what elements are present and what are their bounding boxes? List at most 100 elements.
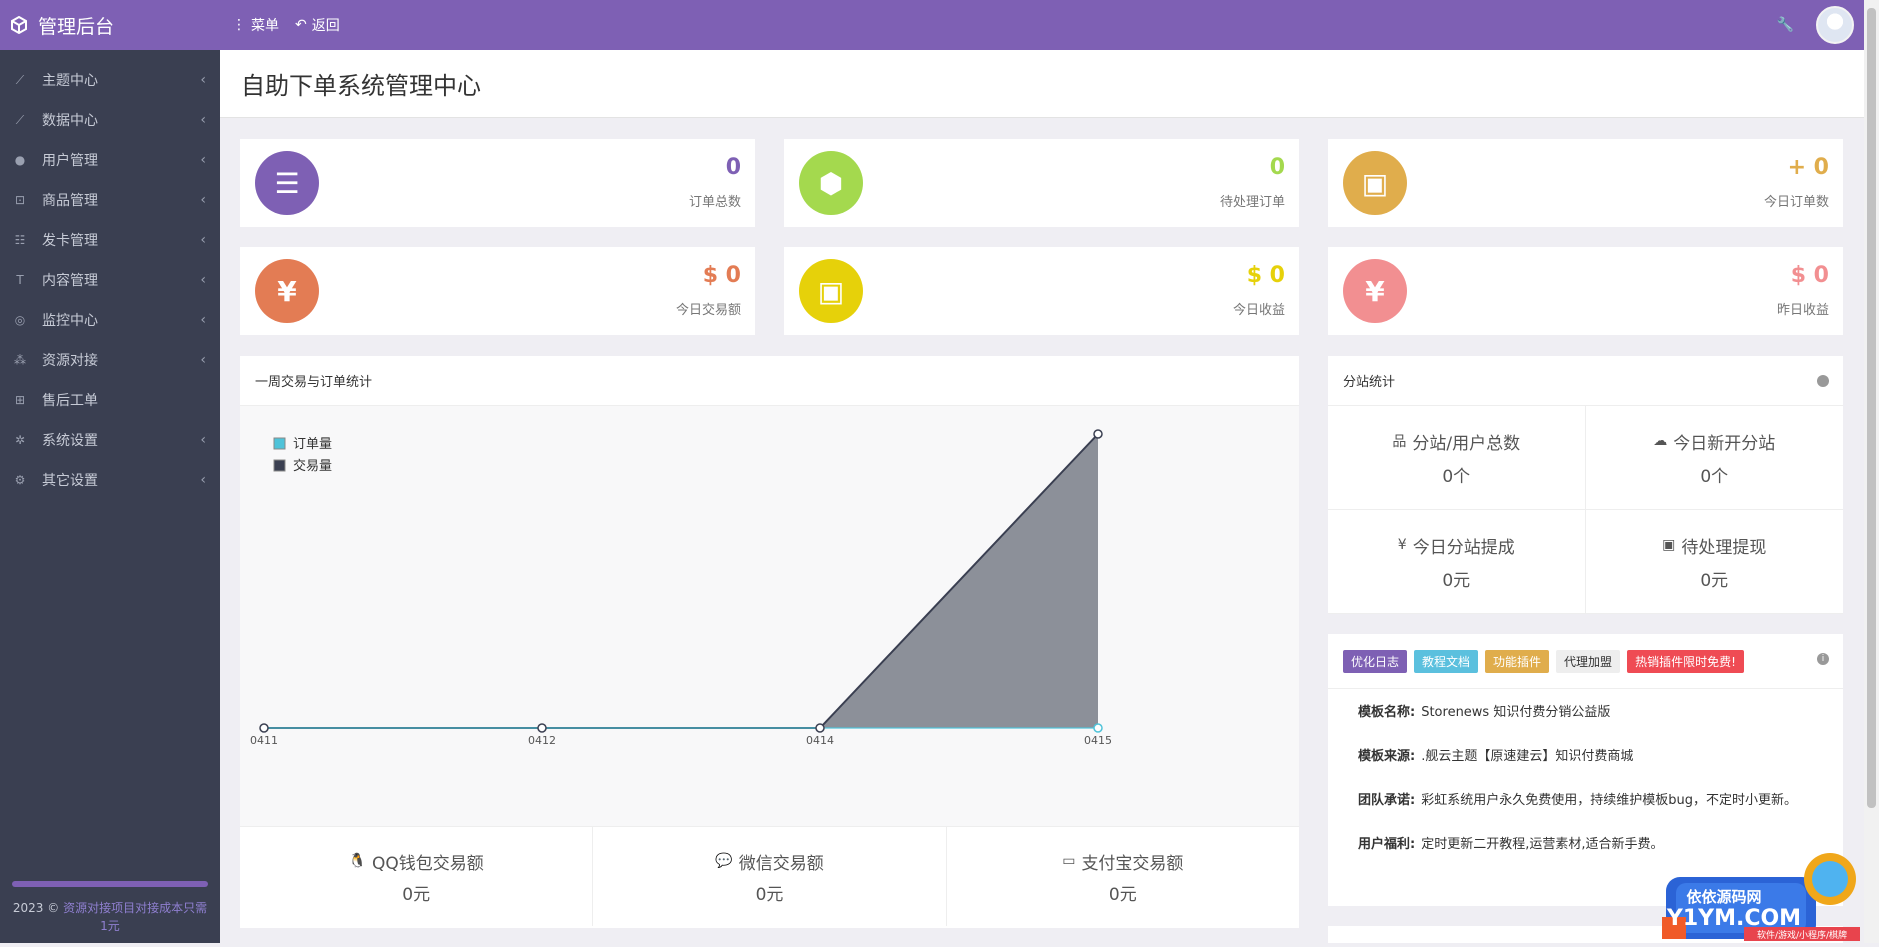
payment-title: ▭ 支付宝交易额 [1062, 849, 1183, 874]
legend-swatch [273, 437, 286, 450]
info-tag[interactable]: 热销插件限时免费! [1627, 649, 1744, 673]
stat-label: 待处理订单 [1219, 195, 1285, 210]
substation-cell-label: 今日分站提成 [1412, 537, 1515, 558]
payment-label: QQ钱包交易额 [372, 853, 484, 874]
credit-card-icon: ▭ [1062, 853, 1076, 869]
x-tick-label: 0414 [806, 734, 834, 747]
payment-title: 🐧 QQ钱包交易额 [349, 849, 484, 874]
substation-cell: ☁ 今日新开分站 0个 [1585, 406, 1843, 510]
back-button[interactable]: ↶ 返回 [295, 15, 340, 35]
sidebar-item-label: 资源对接 [42, 353, 98, 369]
data-point [259, 723, 269, 733]
scrollbar-thumb[interactable] [1867, 8, 1876, 808]
sidebar-item[interactable]: ☷ 发卡管理 ‹ [0, 220, 220, 260]
info-key: 模板名称: [1358, 705, 1416, 720]
ellipsis-vertical-icon: ⋮ [232, 17, 246, 33]
top-nav: ⋮ 菜单 ↶ 返回 [232, 15, 340, 35]
chevron-left-icon: ‹ [200, 312, 206, 328]
menu-button[interactable]: ⋮ 菜单 [232, 15, 279, 35]
top-bar: 管理后台 ⋮ 菜单 ↶ 返回 🔧 [0, 0, 1864, 50]
cloud-icon: ☁ [1653, 433, 1668, 449]
chevron-left-icon: ‹ [200, 232, 206, 248]
sidebar-item[interactable]: T 内容管理 ‹ [0, 260, 220, 300]
sidebar-item[interactable]: ⊡ 商品管理 ‹ [0, 180, 220, 220]
gear-icon: ✲ [14, 433, 26, 447]
sidebar-item[interactable]: ⟋ 数据中心 ‹ [0, 100, 220, 140]
stat-card: ▣ $ 0 今日收益 [784, 247, 1299, 335]
sidebar-item-label: 发卡管理 [42, 233, 98, 249]
stat-card: ¥ $ 0 今日交易额 [240, 247, 755, 335]
avatar[interactable] [1816, 6, 1854, 44]
payment-title: 💬 微信交易额 [715, 849, 823, 874]
substation-cell-label: 今日新开分站 [1673, 433, 1776, 454]
sidebar-item[interactable]: ⚙ 其它设置 ‹ [0, 460, 220, 500]
info-value: 彩虹系统用户永久免费使用，持续维护模板bug，不定时小更新。 [1421, 793, 1797, 808]
info-tag[interactable]: 代理加盟 [1556, 649, 1621, 673]
sidebar-item[interactable]: ⊞ 售后工单 [0, 380, 220, 420]
sidebar-item-label: 数据中心 [42, 113, 98, 129]
chevron-left-icon: ‹ [200, 152, 206, 168]
chart-panel: 一周交易与订单统计 0411 0412 0414 0415 订单量 交易量 🐧 QQ钱包交易… [240, 356, 1299, 928]
sitemap-icon: 品 [1392, 434, 1407, 450]
info-tags: 优化日志 教程文档 功能插件 代理加盟 热销插件限时免费! i [1328, 634, 1843, 689]
reply-icon: ↶ [295, 17, 307, 33]
sidebar-item[interactable]: ⟋ 主题中心 ‹ [0, 60, 220, 100]
info-tag[interactable]: 教程文档 [1414, 649, 1479, 673]
chevron-left-icon: ‹ [200, 352, 206, 368]
sidebar-item-label: 其它设置 [42, 473, 98, 489]
sidebar-item[interactable]: ⁂ 资源对接 ‹ [0, 340, 220, 380]
chart-area: 0411 0412 0414 0415 订单量 交易量 [240, 406, 1299, 826]
stat-card: ▣ + 0 今日订单数 [1328, 139, 1843, 227]
chevron-left-icon: ‹ [200, 272, 206, 288]
yen-icon: ¥ [1343, 259, 1407, 323]
substation-cell-label: 待处理提现 [1681, 537, 1767, 558]
substation-cell-label: 分站/用户总数 [1412, 433, 1521, 454]
payment-value: 0元 [755, 884, 784, 905]
sidebar-item[interactable]: ✲ 系统设置 ‹ [0, 420, 220, 460]
sidebar-item[interactable]: ● 用户管理 ‹ [0, 140, 220, 180]
substation-grid: 品分站/用户总数 0个 ☁ 今日新开分站 0个 ¥ 今日分站提成 0元 ▣ 待处理提现 0元 [1328, 406, 1843, 614]
info-tag[interactable]: 优化日志 [1343, 649, 1408, 673]
sidebar-footer-bar [12, 881, 208, 887]
cube-icon [11, 16, 27, 34]
payment-cell: ▭ 支付宝交易额 0元 [947, 827, 1299, 926]
substation-title: 分站统计 [1343, 375, 1396, 390]
money-icon: ▣ [1662, 537, 1676, 553]
gears-icon: ⚙ [14, 473, 26, 487]
info-key: 用户福利: [1358, 837, 1416, 852]
stat-label: 昨日收益 [1776, 303, 1829, 318]
substation-cell-value: 0元 [1442, 570, 1471, 591]
chart-line-icon: ⟋ [15, 72, 25, 87]
footer-link[interactable]: 资源对接项目对接成本只需1元 [63, 901, 207, 933]
substation-panel: 分站统计 品分站/用户总数 0个 ☁ 今日新开分站 0个 ¥ 今日分站提成 0元 ▣ 待处理提现 0… [1328, 356, 1843, 614]
x-tick-label: 0412 [528, 734, 556, 747]
payment-value: 0元 [1108, 884, 1137, 905]
sidebar-item-label: 商品管理 [42, 193, 98, 209]
payment-cell: 🐧 QQ钱包交易额 0元 [240, 827, 594, 926]
info-circle-icon[interactable]: i [1817, 653, 1829, 665]
list-ol-icon: ☰ [255, 151, 319, 215]
stat-value: 0 [1269, 155, 1285, 180]
sidebar-item-label: 系统设置 [42, 433, 98, 449]
stat-value: 0 [725, 155, 741, 180]
substation-cell-title: ¥ 今日分站提成 [1398, 533, 1515, 558]
x-tick-label: 0411 [250, 734, 278, 747]
info-row: 模板来源: .舰云主题【原速建云】知识付费商城 [1358, 747, 1813, 767]
data-point [1093, 723, 1103, 733]
scrollbar[interactable] [1864, 0, 1879, 943]
status-dot-icon[interactable] [1817, 375, 1829, 387]
data-point [537, 723, 547, 733]
yen-icon: ¥ [255, 259, 319, 323]
briefcase-icon: ▣ [799, 259, 863, 323]
info-key: 团队承诺: [1358, 793, 1416, 808]
sidebar-item[interactable]: ◎ 监控中心 ‹ [0, 300, 220, 340]
wrench-icon[interactable]: 🔧 [1777, 17, 1794, 33]
info-tag[interactable]: 功能插件 [1485, 649, 1550, 673]
sidebar-item-label: 监控中心 [42, 313, 98, 329]
sidebar-item-label: 内容管理 [42, 273, 98, 289]
watermark-title: 依依源码网 [1686, 888, 1761, 906]
stat-label: 订单总数 [688, 195, 741, 210]
chevron-left-icon: ‹ [200, 112, 206, 128]
info-value: 定时更新二开教程,运营素材,适合新手费。 [1421, 837, 1664, 852]
brand[interactable]: 管理后台 [0, 12, 220, 39]
